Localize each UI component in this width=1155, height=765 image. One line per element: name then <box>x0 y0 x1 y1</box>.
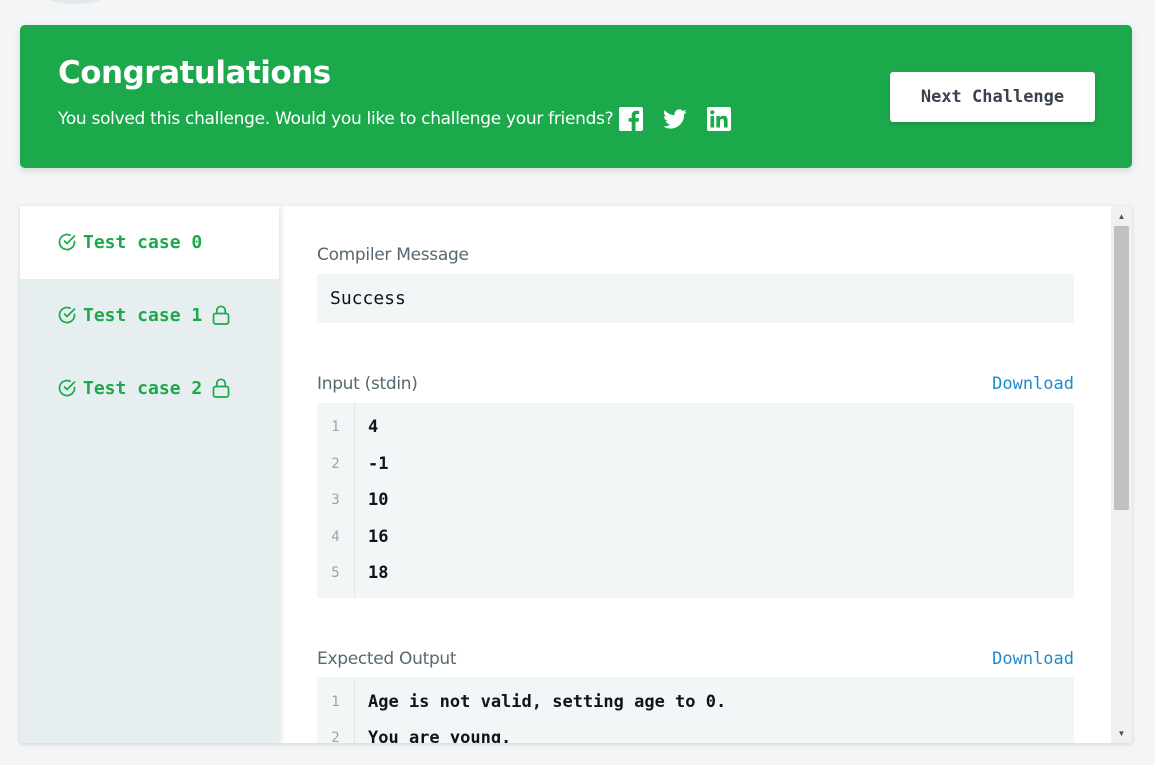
expected-download-link[interactable]: Download <box>992 649 1074 669</box>
code-line: 2 -1 <box>317 446 1074 482</box>
line-text: Age is not valid, setting age to 0. <box>368 692 727 712</box>
line-number: 2 <box>331 730 340 743</box>
facebook-icon[interactable] <box>619 107 643 131</box>
input-label: Input (stdin) <box>317 374 418 394</box>
check-circle-icon <box>58 379 76 396</box>
compiler-message-label: Compiler Message <box>317 245 469 265</box>
tab-label: Test case 1 <box>83 305 203 326</box>
linkedin-icon[interactable] <box>707 107 731 131</box>
compiler-message-box: Success <box>317 274 1074 323</box>
banner-message: You solved this challenge. Would you lik… <box>58 109 614 129</box>
tab-label: Test case 0 <box>83 232 203 253</box>
scroll-up-arrow-icon[interactable]: ▲ <box>1111 206 1132 226</box>
line-number: 3 <box>331 492 340 508</box>
code-line: 2 You are young. <box>317 720 1074 743</box>
twitter-icon[interactable] <box>663 107 687 131</box>
check-circle-icon <box>58 233 76 250</box>
line-text: 18 <box>368 563 389 583</box>
tab-label: Test case 2 <box>83 378 203 399</box>
code-line: 5 18 <box>317 555 1074 591</box>
line-number: 1 <box>331 419 340 435</box>
scrollbar-thumb[interactable] <box>1114 226 1129 510</box>
vertical-scrollbar[interactable]: ▲ ▼ <box>1111 206 1132 743</box>
lock-icon <box>212 304 230 325</box>
success-banner: Congratulations You solved this challeng… <box>20 25 1132 168</box>
scroll-down-arrow-icon[interactable]: ▼ <box>1111 723 1132 743</box>
line-text: You are young. <box>368 728 512 743</box>
line-text: 16 <box>368 527 389 547</box>
next-challenge-button[interactable]: Next Challenge <box>890 72 1095 122</box>
lock-icon <box>212 377 230 398</box>
expected-output-label: Expected Output <box>317 649 457 669</box>
code-line: 3 10 <box>317 482 1074 518</box>
code-line: 1 Age is not valid, setting age to 0. <box>317 684 1074 720</box>
expected-output-box: 1 Age is not valid, setting age to 0. 2 … <box>317 677 1074 743</box>
line-text: -1 <box>368 454 389 474</box>
test-case-sidebar: Test case 0 Test case 1 Test case 2 <box>20 206 279 743</box>
tab-test-case-2[interactable]: Test case 2 <box>20 352 279 425</box>
input-download-link[interactable]: Download <box>992 374 1074 394</box>
tab-test-case-0[interactable]: Test case 0 <box>20 206 279 279</box>
code-line: 1 4 <box>317 409 1074 445</box>
test-results-panel: Test case 0 Test case 1 Test case 2 Comp… <box>20 206 1132 743</box>
code-line: 4 16 <box>317 519 1074 555</box>
line-number: 5 <box>331 565 340 581</box>
line-number: 2 <box>331 456 340 472</box>
line-text: 10 <box>368 490 389 510</box>
line-number: 1 <box>331 694 340 710</box>
line-number: 4 <box>331 529 340 545</box>
input-code-box: 1 4 2 -1 3 10 4 16 5 18 <box>317 403 1074 598</box>
line-text: 4 <box>368 417 379 437</box>
tab-test-case-1[interactable]: Test case 1 <box>20 279 279 352</box>
banner-title: Congratulations <box>58 55 331 91</box>
check-circle-icon <box>58 306 76 323</box>
avatar-edge <box>40 0 110 4</box>
